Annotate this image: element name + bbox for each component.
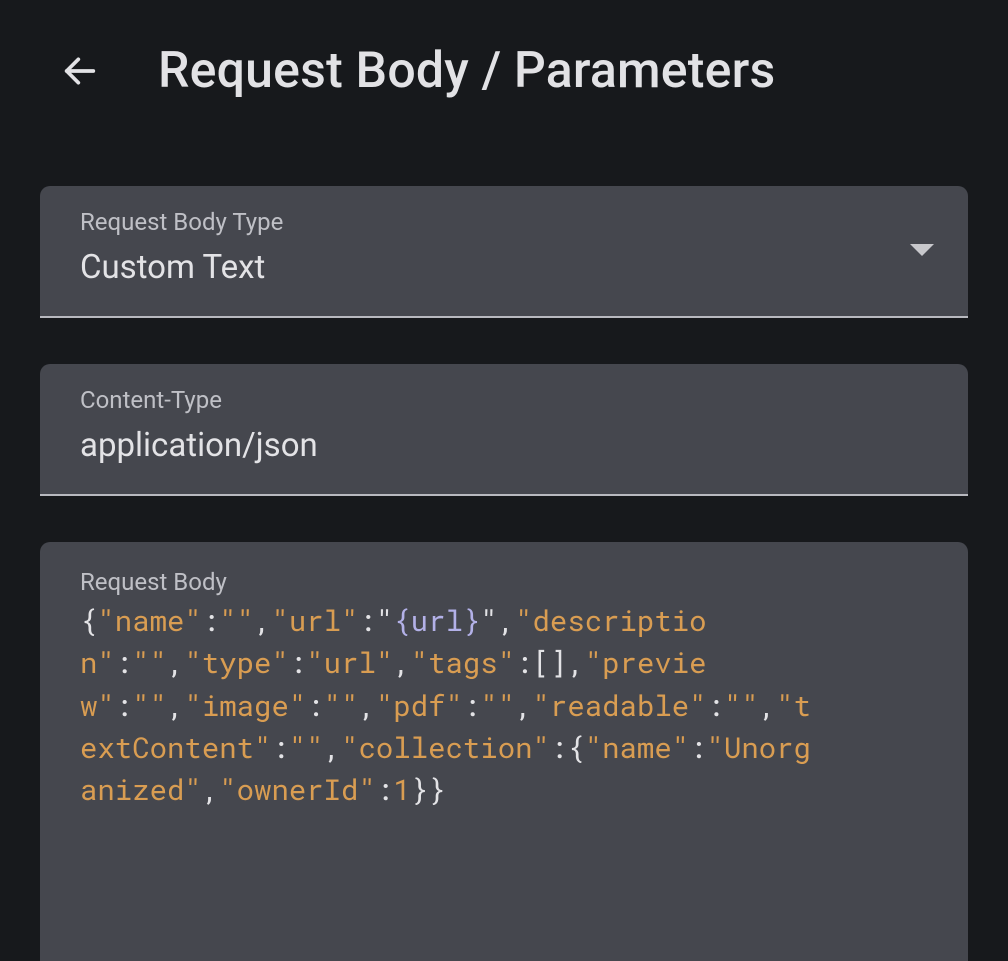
back-button[interactable] <box>56 47 104 95</box>
arrow-left-icon <box>60 51 100 91</box>
content-type-input[interactable]: Content-Type application/json <box>40 364 968 496</box>
chevron-down-icon <box>910 244 934 256</box>
page-title: Request Body / Parameters <box>158 42 775 100</box>
content: Request Body Type Custom Text Content-Ty… <box>0 100 1008 961</box>
request-body-code: {"name":"","url":"{url}","description":"… <box>80 599 820 811</box>
field-value: Custom Text <box>80 247 928 288</box>
request-body-input[interactable]: Request Body {"name":"","url":"{url}","d… <box>40 542 968 961</box>
request-body-type-select[interactable]: Request Body Type Custom Text <box>40 186 968 318</box>
header: Request Body / Parameters <box>0 0 1008 100</box>
field-value: application/json <box>80 425 928 466</box>
field-label: Request Body <box>80 568 928 597</box>
field-label: Content-Type <box>80 386 928 415</box>
field-label: Request Body Type <box>80 208 928 237</box>
